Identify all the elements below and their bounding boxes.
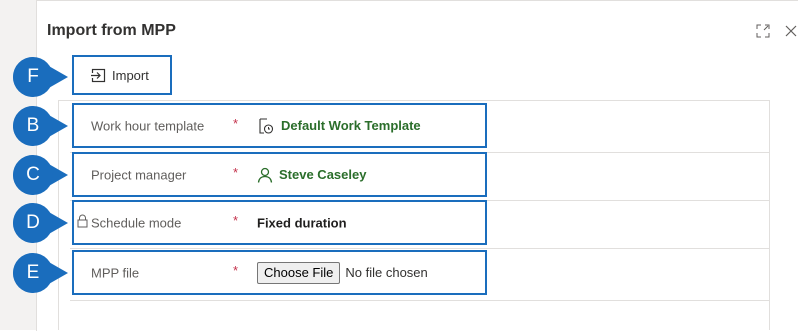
- work-hour-template-link[interactable]: Default Work Template: [281, 118, 421, 133]
- expand-icon[interactable]: [756, 24, 770, 38]
- callout-marker-d: D: [13, 203, 69, 243]
- lock-icon: [77, 214, 88, 228]
- project-manager-label: Project manager: [91, 167, 187, 182]
- schedule-mode-text: Fixed duration: [257, 215, 347, 230]
- import-button[interactable]: Import: [72, 55, 172, 95]
- project-manager-link[interactable]: Steve Caseley: [279, 167, 366, 182]
- file-status-text: No file chosen: [345, 265, 428, 280]
- work-hour-template-field: Work hour template * Default Work Templa…: [72, 103, 487, 148]
- schedule-mode-field: Schedule mode * Fixed duration: [72, 200, 487, 245]
- work-hour-template-value[interactable]: Default Work Template: [257, 117, 421, 135]
- import-icon: [91, 68, 106, 82]
- person-icon: [257, 167, 273, 183]
- callout-marker-b: B: [13, 106, 69, 146]
- mpp-file-input[interactable]: Choose File No file chosen: [257, 261, 428, 284]
- callout-marker-e: E: [13, 253, 69, 293]
- callout-marker-f: F: [13, 57, 69, 97]
- import-button-label: Import: [112, 67, 149, 83]
- project-manager-value[interactable]: Steve Caseley: [257, 167, 366, 183]
- callout-letter: F: [27, 66, 39, 87]
- schedule-mode-value: Fixed duration: [257, 215, 347, 230]
- callout-letter: B: [26, 115, 40, 136]
- row-divider: [70, 248, 770, 249]
- required-indicator: *: [233, 116, 239, 131]
- close-icon[interactable]: [785, 23, 798, 39]
- work-hour-template-label: Work hour template: [91, 118, 205, 133]
- callout-letter: C: [26, 164, 40, 185]
- required-indicator: *: [233, 165, 239, 180]
- callout-letter: D: [26, 212, 40, 233]
- required-indicator: *: [233, 213, 239, 228]
- mpp-file-field: MPP file * Choose File No file chosen: [72, 250, 487, 295]
- schedule-mode-label: Schedule mode: [91, 215, 182, 230]
- dialog-title: Import from MPP: [47, 22, 176, 39]
- callout-letter: E: [26, 262, 40, 283]
- choose-file-button[interactable]: Choose File: [257, 261, 341, 284]
- mpp-file-label: MPP file: [91, 265, 140, 280]
- callout-marker-c: C: [13, 155, 69, 195]
- required-indicator: *: [233, 263, 239, 278]
- calendar-clock-icon: [259, 117, 274, 134]
- row-divider: [70, 300, 770, 301]
- project-manager-field: Project manager * Steve Caseley: [72, 152, 487, 197]
